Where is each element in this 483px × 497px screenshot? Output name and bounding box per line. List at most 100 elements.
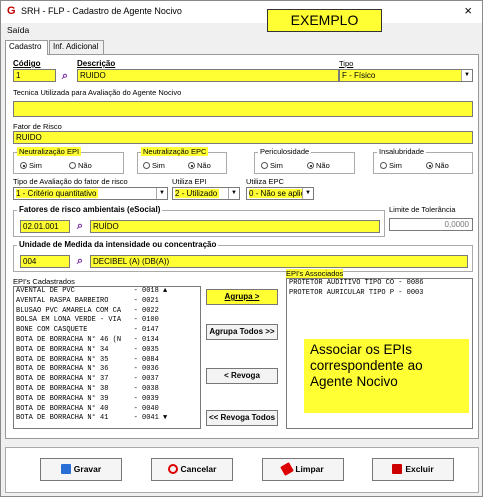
- cancelar-label: Cancelar: [180, 464, 217, 474]
- radio-icon: [380, 162, 387, 169]
- unidade-medida-group: Unidade de Medida da intensidade ou conc…: [13, 240, 473, 272]
- neut-epc-sim-radio[interactable]: Sim: [143, 161, 165, 170]
- insalubridade-group: Insalubridade Sim Não: [373, 147, 473, 174]
- codigo-search-icon[interactable]: ⌕: [59, 70, 71, 82]
- descricao-input[interactable]: RUIDO: [77, 69, 339, 82]
- list-item[interactable]: AVENTAL RASPA BARBEIRO - 0021: [14, 297, 200, 307]
- close-icon[interactable]: ×: [464, 3, 472, 18]
- utiliza-epc-select[interactable]: 0 - Não se aplica ▼: [246, 187, 314, 200]
- periculosidade-label: Periculosidade: [258, 147, 312, 156]
- fatores-esocial-desc[interactable]: RUÍDO: [90, 220, 380, 233]
- limite-tolerancia-input[interactable]: 0,0000: [389, 218, 473, 231]
- radio-icon: [69, 162, 76, 169]
- agrupa-button[interactable]: Agrupa >: [206, 289, 278, 305]
- radio-icon: [143, 162, 150, 169]
- list-item[interactable]: BOTA DE BORRACHA N° 46 (N - 0134: [14, 336, 200, 346]
- utiliza-epi-select[interactable]: 2 - Utilizado ▼: [172, 187, 240, 200]
- agrupa-todos-button[interactable]: Agrupa Todos >>: [206, 324, 278, 340]
- neut-epi-sim-radio[interactable]: Sim: [20, 161, 42, 170]
- epis-associados-label: EPI's Associados: [286, 269, 344, 278]
- periculosidade-sim-label: Sim: [270, 161, 283, 170]
- limpar-button[interactable]: Limpar: [262, 458, 344, 481]
- list-item[interactable]: BOTA DE BORRACHA N° 41 - 0041 ▼: [14, 414, 200, 424]
- list-item[interactable]: BONE COM CASQUETE - 0147: [14, 326, 200, 336]
- neut-epc-sim-label: Sim: [152, 161, 165, 170]
- codigo-label: Código: [13, 59, 41, 68]
- insalubridade-nao-radio[interactable]: Não: [426, 161, 449, 170]
- tab-inf-adicional[interactable]: Inf. Adicional: [49, 40, 104, 54]
- menu-bar: Saída: [7, 25, 29, 35]
- list-item[interactable]: PROTETOR AURICULAR TIPO P - 0003: [287, 289, 472, 299]
- chevron-down-icon[interactable]: ▼: [156, 188, 167, 199]
- tecnica-input[interactable]: [13, 101, 473, 117]
- save-icon: [60, 464, 71, 474]
- codigo-input[interactable]: 1: [13, 69, 56, 82]
- insalubridade-sim-radio[interactable]: Sim: [380, 161, 402, 170]
- radio-icon: [261, 162, 268, 169]
- revoga-button[interactable]: < Revoga: [206, 368, 278, 384]
- fatores-search-icon[interactable]: ⌕: [74, 220, 86, 232]
- tipo-label: Tipo: [339, 59, 354, 68]
- app-logo-icon: G: [7, 5, 16, 17]
- insalubridade-sim-label: Sim: [389, 161, 402, 170]
- insalubridade-nao-label: Não: [435, 161, 449, 170]
- tipo-avaliacao-label: Tipo de Avaliação do fator de risco: [13, 177, 128, 186]
- gravar-label: Gravar: [73, 464, 102, 474]
- trash-icon: [392, 464, 403, 474]
- periculosidade-group: Periculosidade Sim Não: [254, 147, 355, 174]
- tipo-value: F - Físico: [342, 71, 376, 80]
- list-item[interactable]: BOTA DE BORRACHA N° 35 - 0084: [14, 356, 200, 366]
- tipo-avaliacao-value: 1 - Critério quantitativo: [16, 189, 99, 198]
- list-item[interactable]: BOLSA EM LONA VERDE - VIA - 0100: [14, 316, 200, 326]
- fatores-esocial-label: Fatores de risco ambientais (eSocial): [17, 205, 163, 214]
- epis-cadastrados-list[interactable]: AVENTAL DE PVC - 0018 ▲ AVENTAL RASPA BA…: [13, 286, 201, 429]
- list-item[interactable]: BOTA DE BORRACHA N° 37 - 0037: [14, 375, 200, 385]
- exemplo-banner: EXEMPLO: [267, 9, 382, 32]
- cancelar-button[interactable]: Cancelar: [151, 458, 233, 481]
- limite-tolerancia-label: Limite de Tolerância: [389, 205, 456, 214]
- list-item[interactable]: BLUSAO PVC AMARELA COM CA - 0022: [14, 307, 200, 317]
- menu-saida[interactable]: Saída: [7, 25, 29, 35]
- list-item[interactable]: AVENTAL DE PVC - 0018 ▲: [14, 287, 200, 297]
- utiliza-epc-label: Utiliza EPC: [246, 177, 284, 186]
- neut-epc-nao-radio[interactable]: Não: [188, 161, 211, 170]
- radio-selected-icon: [426, 162, 433, 169]
- utiliza-epi-label: Utiliza EPI: [172, 177, 207, 186]
- list-item[interactable]: BOTA DE BORRACHA N° 39 - 0039: [14, 395, 200, 405]
- unidade-search-icon[interactable]: ⌕: [74, 255, 86, 267]
- neut-epi-group: Neutralização EPI Sim Não: [13, 147, 124, 174]
- fator-risco-input[interactable]: RUIDO: [13, 131, 473, 144]
- list-item[interactable]: PROTETOR AUDITIVO TIPO CO - 0086: [287, 279, 472, 289]
- list-item[interactable]: BOTA DE BORRACHA N° 40 - 0040: [14, 405, 200, 415]
- unidade-medida-code[interactable]: 004: [20, 255, 70, 268]
- tab-cadastro[interactable]: Cadastro: [5, 40, 48, 55]
- window-title: SRH - FLP - Cadastro de Agente Nocivo: [21, 6, 182, 16]
- chevron-down-icon[interactable]: ▼: [461, 70, 472, 81]
- footer-bar: Gravar Cancelar Limpar Excluir: [5, 447, 479, 493]
- epis-cadastrados-label: EPI's Cadastrados: [13, 277, 75, 286]
- unidade-medida-desc[interactable]: DECIBEL (A) (DB(A)): [90, 255, 468, 268]
- neut-epi-label: Neutralização EPI: [17, 147, 82, 156]
- neut-epc-group: Neutralização EPC Sim Não: [137, 147, 227, 174]
- neut-epc-nao-label: Não: [197, 161, 211, 170]
- periculosidade-sim-radio[interactable]: Sim: [261, 161, 283, 170]
- list-item[interactable]: BOTA DE BORRACHA N° 34 - 0035: [14, 346, 200, 356]
- tipo-avaliacao-select[interactable]: 1 - Critério quantitativo ▼: [13, 187, 168, 200]
- chevron-down-icon[interactable]: ▼: [302, 188, 313, 199]
- instruction-note: Associar os EPIs correspondente ao Agent…: [304, 339, 469, 413]
- title-bar: G SRH - FLP - Cadastro de Agente Nocivo …: [1, 1, 482, 23]
- descricao-label: Descrição: [77, 59, 116, 68]
- excluir-button[interactable]: Excluir: [372, 458, 454, 481]
- chevron-down-icon[interactable]: ▼: [228, 188, 239, 199]
- list-item[interactable]: BOTA DE BORRACHA N° 38 - 0038: [14, 385, 200, 395]
- gravar-button[interactable]: Gravar: [40, 458, 122, 481]
- neut-epc-label: Neutralização EPC: [141, 147, 209, 156]
- fatores-esocial-code[interactable]: 02.01.001: [20, 220, 70, 233]
- fatores-esocial-group: Fatores de risco ambientais (eSocial) 02…: [13, 205, 385, 237]
- revoga-todos-button[interactable]: << Revoga Todos: [206, 410, 278, 426]
- neut-epi-nao-radio[interactable]: Não: [69, 161, 92, 170]
- list-item[interactable]: BOTA DE BORRACHA N° 36 - 0036: [14, 365, 200, 375]
- tipo-select[interactable]: F - Físico ▼: [339, 69, 473, 82]
- excluir-label: Excluir: [405, 464, 434, 474]
- periculosidade-nao-radio[interactable]: Não: [307, 161, 330, 170]
